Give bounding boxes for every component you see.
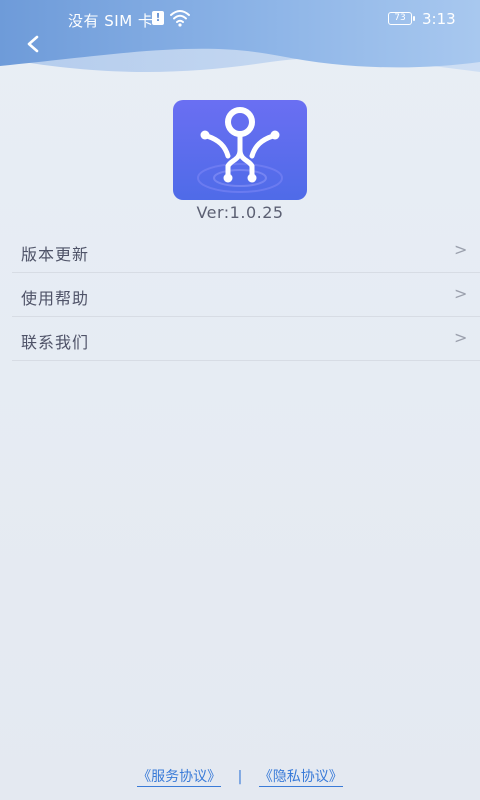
- menu-item-label: 联系我们: [21, 333, 90, 352]
- wifi-icon: [170, 9, 190, 31]
- privacy-agreement-link[interactable]: 《隐私协议》: [258, 769, 343, 787]
- settings-menu: 版本更新 > 使用帮助 > 联系我们 >: [12, 229, 480, 361]
- menu-item-contact-us[interactable]: 联系我们 >: [12, 317, 480, 361]
- status-bar: 没有 SIM 卡 ! 73 3:13: [0, 0, 480, 40]
- footer-separator: |: [237, 769, 243, 785]
- menu-item-label: 使用帮助: [21, 289, 90, 308]
- sim-alert-icon: !: [152, 11, 164, 25]
- footer-links: 《服务协议》 | 《隐私协议》: [0, 766, 480, 787]
- circuit-logo-icon: [173, 100, 307, 200]
- menu-item-usage-help[interactable]: 使用帮助 >: [12, 273, 480, 317]
- menu-item-version-update[interactable]: 版本更新 >: [12, 229, 480, 273]
- carrier-text: 没有 SIM 卡: [68, 12, 154, 30]
- battery-icon: 73: [388, 12, 415, 25]
- service-agreement-link[interactable]: 《服务协议》: [137, 769, 222, 787]
- menu-item-label: 版本更新: [21, 245, 90, 264]
- chevron-right-icon: >: [454, 284, 468, 303]
- status-time: 3:13: [422, 10, 456, 28]
- app-version: Ver:1.0.25: [196, 203, 284, 222]
- chevron-left-icon: [27, 35, 39, 53]
- app-logo: [173, 100, 307, 200]
- chevron-right-icon: >: [454, 328, 468, 347]
- chevron-right-icon: >: [454, 240, 468, 259]
- back-button[interactable]: [20, 30, 50, 60]
